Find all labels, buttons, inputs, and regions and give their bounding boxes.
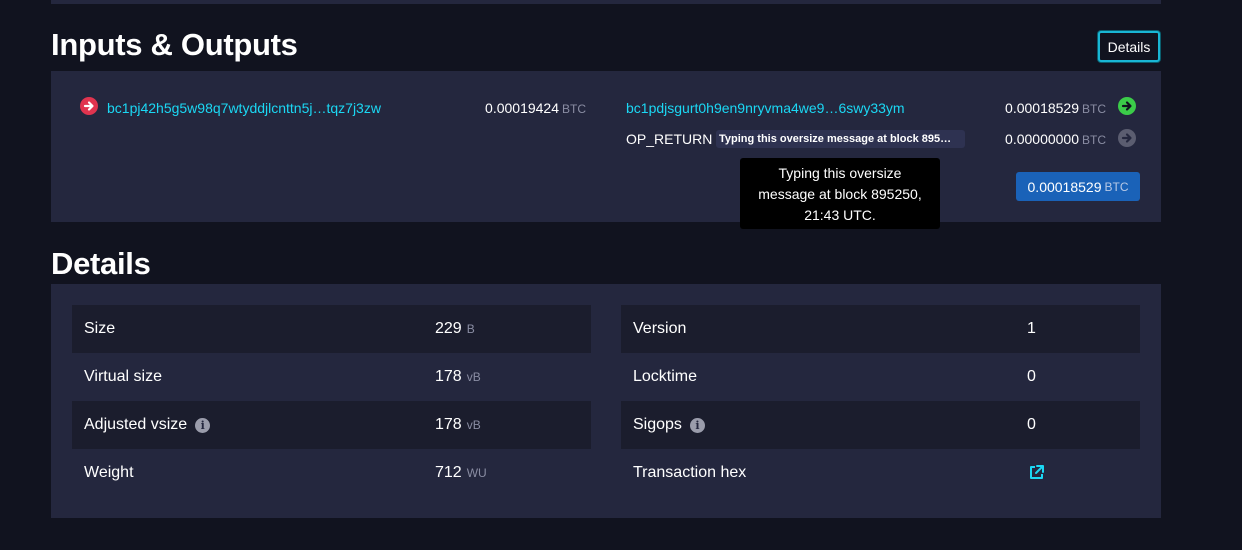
total-amount-unit: BTC	[1104, 179, 1129, 194]
locktime-label: Locktime	[633, 368, 698, 385]
detail-row-weight: Weight 712 WU	[72, 449, 591, 497]
external-link-icon[interactable]	[1028, 464, 1045, 481]
sigops-label: Sigops	[633, 416, 682, 433]
virtual-size-label: Virtual size	[84, 368, 162, 385]
output-amount-unit: BTC	[1082, 102, 1106, 116]
tooltip-line-3: 21:43 UTC.	[804, 207, 876, 223]
weight-value-group: 712 WU	[435, 464, 487, 482]
weight-unit: WU	[466, 466, 487, 480]
input-address-link[interactable]: bc1pj42h5g5w98q7wtyddjlcnttn5j…tqz7j3zw	[107, 100, 381, 116]
adjusted-vsize-value: 178	[435, 416, 462, 433]
input-amount-unit: BTC	[562, 102, 586, 116]
sigops-value: 0	[1027, 416, 1036, 433]
op-return-arrow-icon	[1118, 129, 1136, 147]
size-label: Size	[84, 320, 116, 337]
virtual-size-unit: vB	[466, 370, 481, 384]
adjusted-vsize-label: Adjusted vsize	[84, 416, 188, 433]
size-value-group: 229 B	[435, 320, 475, 338]
tooltip-line-2: message at block 895250,	[758, 186, 922, 202]
detail-row-transaction-hex: Transaction hex	[621, 449, 1140, 497]
info-icon[interactable]: i	[195, 417, 211, 433]
weight-label: Weight	[84, 464, 134, 481]
detail-row-version: Version 1	[621, 305, 1140, 353]
virtual-size-value-group: 178 vB	[435, 368, 481, 386]
previous-section-edge	[51, 0, 1161, 4]
detail-row-virtual-size: Virtual size 178 vB	[72, 353, 591, 401]
sigops-label-group: Sigops i	[633, 416, 705, 434]
op-return-tooltip: Typing this oversize message at block 89…	[740, 158, 940, 229]
op-return-message[interactable]: Typing this oversize message at block 89…	[716, 130, 965, 148]
version-label: Version	[633, 320, 687, 337]
transaction-hex-label: Transaction hex	[633, 464, 747, 481]
op-return-amount-unit: BTC	[1082, 133, 1106, 147]
tooltip-line-1: Typing this oversize	[778, 165, 902, 181]
weight-value: 712	[435, 464, 462, 481]
inputs-outputs-title: Inputs & Outputs	[51, 27, 298, 62]
adjusted-vsize-value-group: 178 vB	[435, 416, 481, 434]
input-arrow-icon[interactable]	[80, 97, 98, 115]
output-amount-value: 0.00018529	[1005, 100, 1079, 116]
op-return-amount: 0.00000000 BTC	[960, 131, 1106, 147]
detail-row-size: Size 229 B	[72, 305, 591, 353]
op-return-label: OP_RETURN	[626, 131, 713, 147]
details-toggle-button[interactable]: Details	[1098, 31, 1160, 62]
output-address-link[interactable]: bc1pdjsgurt0h9en9nryvma4we9…6swy33ym	[626, 100, 905, 116]
virtual-size-value: 178	[435, 368, 462, 385]
adjusted-vsize-unit: vB	[466, 418, 481, 432]
detail-row-sigops: Sigops i 0	[621, 401, 1140, 449]
version-value: 1	[1027, 320, 1036, 337]
detail-row-adjusted-vsize: Adjusted vsize i 178 vB	[72, 401, 591, 449]
output-amount: 0.00018529 BTC	[960, 100, 1106, 116]
size-unit: B	[466, 322, 475, 336]
output-arrow-icon[interactable]	[1118, 97, 1136, 115]
details-title: Details	[51, 246, 151, 281]
adjusted-vsize-label-group: Adjusted vsize i	[84, 416, 211, 434]
size-value: 229	[435, 320, 462, 337]
input-amount: 0.00019424 BTC	[440, 100, 586, 116]
op-return-amount-value: 0.00000000	[1005, 131, 1079, 147]
total-output-badge: 0.00018529 BTC	[1016, 172, 1140, 201]
total-amount-value: 0.00018529	[1027, 178, 1102, 195]
input-amount-value: 0.00019424	[485, 100, 559, 116]
locktime-value: 0	[1027, 368, 1036, 385]
detail-row-locktime: Locktime 0	[621, 353, 1140, 401]
info-icon[interactable]: i	[689, 417, 705, 433]
